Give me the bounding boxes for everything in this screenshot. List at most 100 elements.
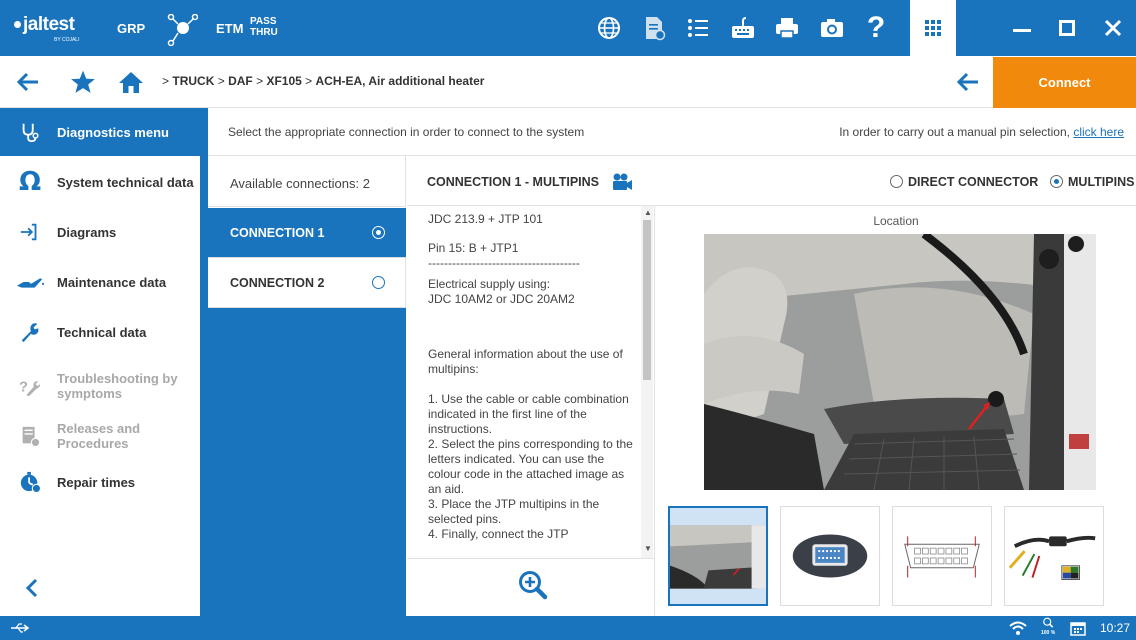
apps-icon[interactable]: [910, 0, 956, 56]
keyboard-icon[interactable]: [729, 14, 757, 42]
maximize-button[interactable]: [1044, 0, 1090, 56]
scrollbar-thumb[interactable]: [643, 220, 651, 380]
connection-2-item[interactable]: CONNECTION 2: [208, 258, 406, 308]
etm-label[interactable]: ETM: [216, 21, 243, 36]
sidebar-item-troubleshooting[interactable]: ? Troubleshooting by symptoms: [0, 362, 200, 410]
maximize-icon: [1059, 20, 1075, 36]
sidebar-item-diagnostics-menu[interactable]: Diagnostics menu: [0, 108, 200, 156]
multipins-info-heading: General information about the use of mul…: [428, 347, 623, 376]
zoom-level-text: 100 %: [1041, 630, 1056, 636]
sidebar-item-maintenance-data[interactable]: Maintenance data: [0, 258, 200, 306]
sidebar-item-label: Maintenance data: [57, 274, 167, 290]
connections-list: Available connections: 2 CONNECTION 1 CO…: [208, 156, 406, 616]
thumbnail-pinout-diagram[interactable]: [892, 506, 992, 606]
sidebar-item-label: Releases and Procedures: [57, 421, 141, 451]
list-icon[interactable]: [684, 14, 712, 42]
connection-radio[interactable]: [372, 276, 385, 289]
instructions-panel: JDC 213.9 + JTP 101 Pin 15: B + JTP1 ---…: [407, 206, 655, 616]
scrollbar[interactable]: ▲ ▼: [641, 206, 653, 558]
brand-name: jaltest: [23, 14, 75, 35]
connection-radio[interactable]: [372, 226, 385, 239]
diagram-icon: [16, 218, 44, 246]
sidebar-item-repair-times[interactable]: Repair times: [0, 458, 200, 506]
connection-1-item[interactable]: CONNECTION 1: [208, 208, 406, 258]
svg-text:?: ?: [19, 380, 28, 396]
zoom-in-icon[interactable]: [518, 570, 548, 600]
camera-icon[interactable]: [818, 14, 846, 42]
stopwatch-icon: [16, 468, 44, 496]
close-button[interactable]: [1090, 0, 1136, 56]
report-icon[interactable]: [640, 14, 668, 42]
breadcrumb-item-truck[interactable]: TRUCK: [172, 74, 214, 88]
help-icon[interactable]: ?: [862, 13, 890, 43]
breadcrumb-separator: >: [162, 74, 170, 88]
minimize-icon: [1013, 28, 1031, 32]
sidebar-item-label: Diagnostics menu: [57, 124, 169, 140]
grp-label[interactable]: GRP: [117, 21, 145, 36]
status-bar: 100 % 10:27: [0, 616, 1136, 640]
sidebar-item-technical-data[interactable]: Technical data: [0, 308, 200, 356]
close-icon: [1104, 19, 1122, 37]
sidebar-item-releases-procedures[interactable]: Releases and Procedures: [0, 412, 200, 460]
video-camera-icon[interactable]: [611, 173, 633, 191]
connection-label: CONNECTION 2: [230, 276, 325, 290]
oil-can-icon: [16, 268, 44, 296]
back-arrow-icon[interactable]: [16, 70, 40, 94]
breadcrumb-item-daf[interactable]: DAF: [228, 74, 253, 88]
manual-pin-link[interactable]: click here: [1073, 125, 1124, 139]
manual-pin-instruction: In order to carry out a manual pin selec…: [839, 125, 1124, 139]
breadcrumb-separator: >: [305, 74, 313, 88]
vehicle-connect-icon[interactable]: [166, 13, 199, 47]
home-icon[interactable]: [118, 70, 144, 94]
collapse-sidebar-icon[interactable]: [22, 576, 42, 600]
instruction-bar: Select the appropriate connection in ord…: [208, 108, 1136, 156]
troubleshoot-icon: ?: [16, 372, 44, 400]
breadcrumb-item-model[interactable]: XF105: [266, 74, 301, 88]
direct-connector-option[interactable]: DIRECT CONNECTOR: [890, 175, 1038, 189]
zoom-level-icon[interactable]: 100 %: [1041, 617, 1059, 639]
globe-icon[interactable]: [595, 14, 623, 42]
direct-connector-radio[interactable]: [890, 175, 903, 188]
breadcrumb-item-system: ACH-EA, Air additional heater: [315, 74, 485, 88]
direct-connector-label: DIRECT CONNECTOR: [908, 175, 1039, 189]
pin-assignment: Pin 15: B + JTP1 -----------------------…: [428, 241, 580, 270]
calendar-icon[interactable]: [1070, 620, 1086, 636]
wifi-icon[interactable]: [1009, 620, 1027, 636]
brand-subtitle: BY COJALI: [54, 37, 80, 43]
previous-arrow-icon[interactable]: [956, 70, 980, 94]
sidebar-item-diagrams[interactable]: Diagrams: [0, 208, 200, 256]
minimize-button[interactable]: [999, 0, 1045, 56]
sidebar-divider: [200, 108, 208, 616]
thumbnail-location[interactable]: [668, 506, 768, 606]
printer-icon[interactable]: [773, 14, 801, 42]
location-panel: Location: [656, 206, 1136, 616]
connection-label: CONNECTION 1: [230, 226, 325, 240]
jaltest-logo[interactable]: jaltest BY COJALI: [14, 14, 106, 44]
instruction-text: Select the appropriate connection in ord…: [228, 125, 585, 139]
sidebar-item-label: System technical data: [57, 174, 194, 190]
multipins-steps: 1. Use the cable or cable combination in…: [428, 392, 633, 541]
instructions-scroll-area[interactable]: JDC 213.9 + JTP 101 Pin 15: B + JTP1 ---…: [407, 206, 655, 558]
multipins-radio[interactable]: [1050, 175, 1063, 188]
clock: 10:27: [1099, 621, 1130, 635]
multipins-label: MULTIPINS: [1068, 175, 1135, 189]
multipins-option[interactable]: MULTIPINS: [1050, 175, 1134, 189]
thumbnail-obd-connector[interactable]: [780, 506, 880, 606]
cable-reference: JDC 213.9 + JTP 101: [428, 212, 543, 226]
electrical-supply-text: Electrical supply using: JDC 10AM2 or JD…: [428, 277, 575, 306]
location-photo[interactable]: [704, 234, 1096, 490]
location-label: Location: [873, 214, 919, 228]
connection-header: CONNECTION 1 - MULTIPINS DIRECT CONNECTO…: [407, 156, 1136, 206]
sidebar-item-system-technical-data[interactable]: Ω System technical data: [0, 158, 200, 206]
favorite-star-icon[interactable]: [70, 69, 96, 95]
stethoscope-icon: [16, 118, 44, 146]
thru-label[interactable]: THRU: [250, 28, 278, 38]
connection-title: CONNECTION 1 - MULTIPINS: [427, 175, 599, 189]
breadcrumb-separator: >: [256, 74, 264, 88]
connect-button[interactable]: Connect: [993, 57, 1136, 108]
sidebar: Diagnostics menu Ω System technical data…: [0, 108, 200, 616]
sidebar-item-label: Troubleshooting by symptoms: [57, 371, 178, 401]
pass-label[interactable]: PASS: [250, 17, 277, 27]
thumbnail-cable[interactable]: [1004, 506, 1104, 606]
manual-pin-text: In order to carry out a manual pin selec…: [839, 125, 1074, 139]
